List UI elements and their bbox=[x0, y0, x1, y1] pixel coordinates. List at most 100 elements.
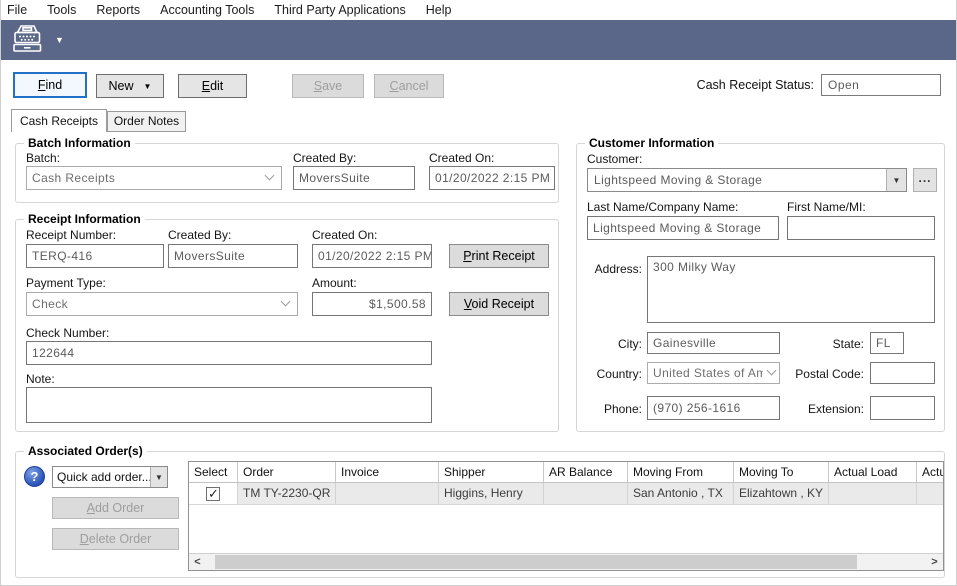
dropdown-caret-icon: ▼ bbox=[155, 473, 163, 482]
state-field[interactable]: FL bbox=[870, 332, 904, 354]
postal-code-label: Postal Code: bbox=[784, 367, 864, 381]
menu-file[interactable]: File bbox=[1, 1, 37, 19]
batch-label: Batch: bbox=[26, 151, 60, 165]
first-name-label: First Name/MI: bbox=[787, 200, 866, 214]
toolbar-dropdown-caret-icon[interactable]: ▼ bbox=[55, 35, 64, 45]
country-label: Country: bbox=[587, 367, 642, 381]
last-name-field[interactable]: Lightspeed Moving & Storage bbox=[587, 216, 779, 240]
receipt-number-field[interactable]: TERQ-416 bbox=[26, 244, 164, 268]
city-field[interactable]: Gainesville bbox=[647, 332, 780, 354]
row-actual-extra-cell bbox=[917, 483, 943, 504]
payment-type-combo[interactable]: Check bbox=[26, 292, 298, 316]
scroll-left-arrow-icon[interactable]: < bbox=[189, 554, 206, 570]
cash-register-icon bbox=[10, 24, 46, 57]
note-label: Note: bbox=[26, 372, 55, 386]
phone-label: Phone: bbox=[587, 402, 642, 416]
table-row[interactable]: TM TY-2230-QR Higgins, Henry San Antonio… bbox=[189, 483, 943, 505]
column-header-select[interactable]: Select bbox=[189, 462, 238, 482]
customer-combo-dropdown-button[interactable]: ▼ bbox=[886, 169, 906, 191]
amount-field[interactable]: $1,500.58 bbox=[312, 292, 432, 316]
find-button[interactable]: Find bbox=[13, 72, 87, 98]
phone-field[interactable]: (970) 256-1616 bbox=[647, 396, 780, 420]
cash-receipt-status-field[interactable]: Open bbox=[821, 74, 941, 96]
chevron-down-icon bbox=[767, 366, 777, 376]
address-field[interactable]: 300 Milky Way bbox=[647, 256, 935, 323]
add-order-button[interactable]: Add Order bbox=[52, 497, 179, 519]
new-button[interactable]: New▼ bbox=[96, 74, 164, 98]
edit-button[interactable]: Edit bbox=[178, 74, 247, 98]
column-header-order[interactable]: Order bbox=[238, 462, 336, 482]
check-number-label: Check Number: bbox=[26, 326, 109, 340]
save-button[interactable]: Save bbox=[292, 74, 364, 98]
cash-receipt-status-label: Cash Receipt Status: bbox=[697, 78, 814, 92]
orders-table-header: Select Order Invoice Shipper AR Balance … bbox=[189, 462, 943, 483]
new-dropdown-caret-icon: ▼ bbox=[144, 82, 152, 91]
cancel-button[interactable]: Cancel bbox=[374, 74, 444, 98]
row-ar-balance-cell bbox=[544, 483, 628, 504]
column-header-ar-balance[interactable]: AR Balance bbox=[544, 462, 628, 482]
batch-created-on-field[interactable]: 01/20/2022 2:15 PM bbox=[429, 166, 555, 190]
customer-information-title: Customer Information bbox=[585, 136, 718, 150]
batch-information-title: Batch Information bbox=[24, 136, 135, 150]
batch-combo[interactable]: Cash Receipts bbox=[26, 166, 282, 190]
cash-receipt-status: Cash Receipt Status: Open bbox=[697, 74, 941, 96]
column-header-moving-to[interactable]: Moving To bbox=[734, 462, 829, 482]
menu-reports[interactable]: Reports bbox=[86, 1, 150, 19]
horizontal-scrollbar[interactable]: < > bbox=[189, 553, 943, 570]
row-invoice-cell bbox=[336, 483, 439, 504]
customer-information-group: Customer Information Customer: Lightspee… bbox=[576, 143, 945, 432]
column-header-moving-from[interactable]: Moving From bbox=[628, 462, 734, 482]
void-receipt-button[interactable]: Void Receipt bbox=[449, 292, 549, 316]
column-header-actual-truncated[interactable]: Actua bbox=[917, 462, 943, 482]
tab-cash-receipts[interactable]: Cash Receipts bbox=[11, 109, 107, 132]
menu-help[interactable]: Help bbox=[416, 1, 462, 19]
column-header-invoice[interactable]: Invoice bbox=[336, 462, 439, 482]
row-order-cell: TM TY-2230-QR bbox=[238, 483, 336, 504]
payment-type-label: Payment Type: bbox=[26, 276, 106, 290]
menu-third-party-applications[interactable]: Third Party Applications bbox=[264, 1, 415, 19]
delete-order-button[interactable]: Delete Order bbox=[52, 528, 179, 550]
toolbar: ▼ bbox=[1, 20, 956, 60]
extension-field[interactable] bbox=[870, 396, 935, 420]
check-number-field[interactable]: 122644 bbox=[26, 341, 432, 365]
menu-tools[interactable]: Tools bbox=[37, 1, 86, 19]
customer-label: Customer: bbox=[587, 152, 642, 166]
row-actual-load-cell bbox=[829, 483, 917, 504]
batch-created-by-field[interactable]: MoversSuite bbox=[293, 166, 415, 190]
receipt-information-group: Receipt Information Receipt Number: TERQ… bbox=[15, 219, 559, 432]
customer-lookup-ellipsis-button[interactable]: ... bbox=[913, 168, 937, 192]
quick-add-order-combo[interactable]: Quick add order... ▼ bbox=[52, 466, 168, 488]
receipt-created-by-field[interactable]: MoversSuite bbox=[168, 244, 298, 268]
receipt-created-on-field[interactable]: 01/20/2022 2:15 PM bbox=[312, 244, 432, 268]
extension-label: Extension: bbox=[784, 402, 864, 416]
tab-order-notes[interactable]: Order Notes bbox=[107, 111, 186, 132]
first-name-field[interactable] bbox=[787, 216, 935, 240]
column-header-shipper[interactable]: Shipper bbox=[439, 462, 544, 482]
scrollbar-thumb[interactable] bbox=[215, 555, 857, 569]
country-combo[interactable]: United States of Am bbox=[647, 362, 780, 384]
row-shipper-cell: Higgins, Henry bbox=[439, 483, 544, 504]
scroll-right-arrow-icon[interactable]: > bbox=[926, 554, 943, 570]
row-select-cell bbox=[189, 483, 238, 504]
help-icon[interactable]: ? bbox=[24, 466, 45, 487]
cash-register-toolbar-button[interactable]: ▼ bbox=[10, 24, 64, 57]
city-label: City: bbox=[587, 337, 642, 351]
menu-accounting-tools[interactable]: Accounting Tools bbox=[150, 1, 264, 19]
postal-code-field[interactable] bbox=[870, 362, 935, 384]
column-header-actual-load[interactable]: Actual Load bbox=[829, 462, 917, 482]
state-label: State: bbox=[784, 337, 864, 351]
chevron-down-icon bbox=[281, 297, 291, 307]
customer-combo[interactable]: Lightspeed Moving & Storage ▼ bbox=[587, 168, 907, 192]
receipt-created-by-label: Created By: bbox=[168, 228, 231, 242]
receipt-created-on-label: Created On: bbox=[312, 228, 377, 242]
note-field[interactable] bbox=[26, 387, 432, 423]
row-moving-from-cell: San Antonio , TX bbox=[628, 483, 734, 504]
chevron-down-icon bbox=[265, 171, 275, 181]
checkbox-checked-icon[interactable] bbox=[206, 487, 220, 501]
quick-add-dropdown-button[interactable]: ▼ bbox=[150, 467, 167, 487]
amount-label: Amount: bbox=[312, 276, 357, 290]
print-receipt-button[interactable]: Print Receipt bbox=[449, 244, 549, 268]
dropdown-caret-icon: ▼ bbox=[893, 176, 901, 185]
last-name-label: Last Name/Company Name: bbox=[587, 200, 738, 214]
batch-created-by-label: Created By: bbox=[293, 151, 356, 165]
